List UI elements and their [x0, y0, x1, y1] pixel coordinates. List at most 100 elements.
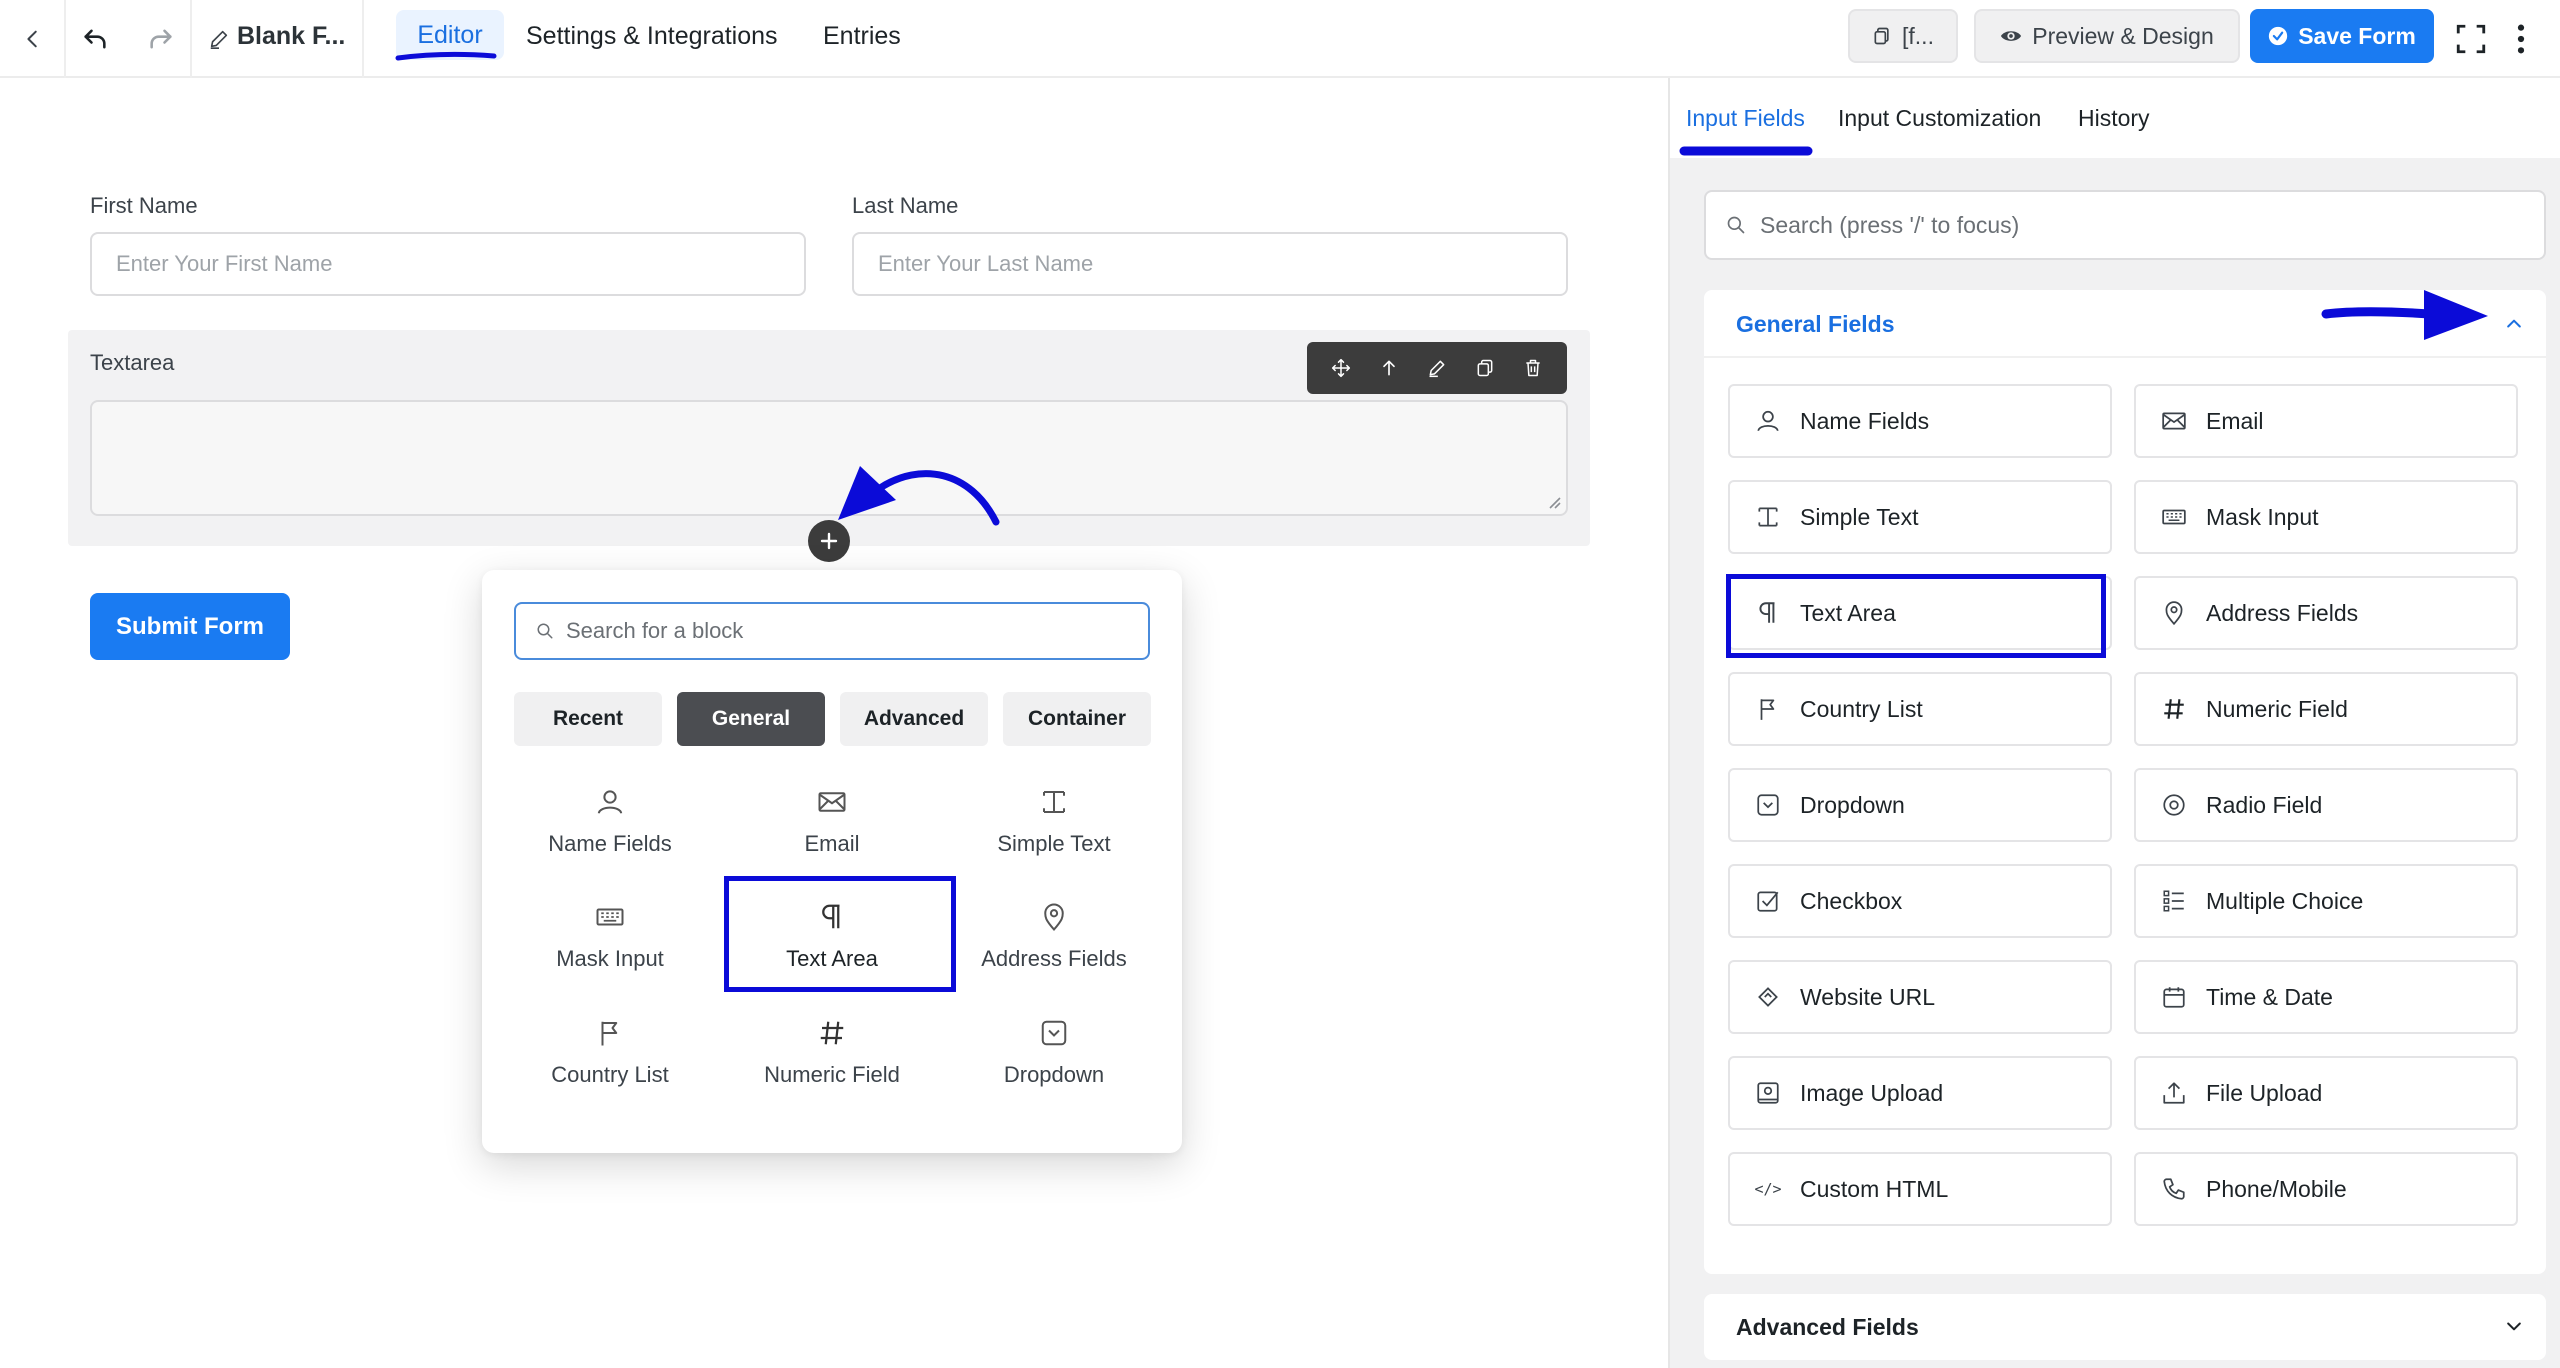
block-item-label: Name Fields	[548, 831, 672, 856]
submit-form-button[interactable]: Submit Form	[90, 593, 290, 660]
block-item-country-list[interactable]: Country List	[499, 1006, 721, 1118]
block-item-address-fields[interactable]: Address Fields	[943, 890, 1165, 1002]
annotation-curved-arrow	[838, 466, 1000, 526]
field-mask-input[interactable]: Mask Input	[2134, 480, 2518, 554]
move-icon[interactable]	[1323, 350, 1359, 386]
field-dropdown[interactable]: Dropdown	[1728, 768, 2112, 842]
block-picker-popup: Search for a block Recent General Advanc…	[482, 570, 1182, 1153]
field-label: Multiple Choice	[2206, 887, 2364, 914]
save-form-button[interactable]: Save Form	[2250, 9, 2434, 63]
block-tab-container[interactable]: Container	[1003, 692, 1151, 746]
shortcode-button[interactable]: [f...	[1848, 9, 1958, 63]
block-item-simple-text[interactable]: Simple Text	[943, 775, 1165, 887]
tab-history[interactable]: History	[2078, 78, 2150, 158]
first-name-label: First Name	[90, 193, 198, 218]
resize-handle-icon[interactable]	[1546, 494, 1562, 510]
text-cursor-icon	[1037, 785, 1071, 819]
advanced-fields-section[interactable]: Advanced Fields	[1704, 1294, 2546, 1360]
field-country-list[interactable]: Country List	[1728, 672, 2112, 746]
field-phone-mobile[interactable]: Phone/Mobile	[2134, 1152, 2518, 1226]
block-item-label: Numeric Field	[764, 1062, 900, 1087]
block-item-dropdown[interactable]: Dropdown	[943, 1006, 1165, 1118]
field-address-fields[interactable]: Address Fields	[2134, 576, 2518, 650]
field-simple-text[interactable]: Simple Text	[1728, 480, 2112, 554]
first-name-input[interactable]: Enter Your First Name	[90, 232, 806, 296]
hash-icon	[2160, 695, 2188, 723]
field-website-url[interactable]: Website URL	[1728, 960, 2112, 1034]
undo-icon[interactable]	[76, 20, 114, 58]
phone-icon	[2160, 1175, 2188, 1203]
link-icon	[1754, 983, 1782, 1011]
keyboard-icon	[2160, 503, 2188, 531]
last-name-input[interactable]: Enter Your Last Name	[852, 232, 1568, 296]
field-email[interactable]: Email	[2134, 384, 2518, 458]
upload-icon	[2160, 1079, 2188, 1107]
image-icon	[1754, 1079, 1782, 1107]
tab-settings[interactable]: Settings & Integrations	[526, 0, 778, 72]
radio-icon	[2160, 791, 2188, 819]
field-time-date[interactable]: Time & Date	[2134, 960, 2518, 1034]
dropdown-icon	[1037, 1016, 1071, 1050]
field-label: Name Fields	[1800, 407, 1930, 434]
block-search-input[interactable]: Search for a block	[514, 602, 1150, 660]
field-search-placeholder: Search (press '/' to focus)	[1760, 211, 2020, 238]
block-item-label: Country List	[551, 1062, 669, 1087]
field-numeric-field[interactable]: Numeric Field	[2134, 672, 2518, 746]
block-tab-advanced[interactable]: Advanced	[840, 692, 988, 746]
field-multiple-choice[interactable]: Multiple Choice	[2134, 864, 2518, 938]
tab-underline-annotation	[395, 51, 497, 61]
field-search-input[interactable]: Search (press '/' to focus)	[1704, 190, 2546, 260]
user-icon	[593, 785, 627, 819]
duplicate-icon[interactable]	[1467, 350, 1503, 386]
field-radio-field[interactable]: Radio Field	[2134, 768, 2518, 842]
map-pin-icon	[2160, 599, 2188, 627]
field-image-upload[interactable]: Image Upload	[1728, 1056, 2112, 1130]
chevron-down-icon[interactable]	[2504, 1316, 2524, 1336]
list-icon	[2160, 887, 2188, 915]
map-pin-icon	[1037, 900, 1071, 934]
annotation-highlight-panel-textarea	[1726, 574, 2106, 658]
block-item-name-fields[interactable]: Name Fields	[499, 775, 721, 887]
right-panel: Input Fields Input Customization History…	[1668, 78, 2560, 1368]
hash-icon	[815, 1016, 849, 1050]
field-custom-html[interactable]: </> Custom HTML	[1728, 1152, 2112, 1226]
block-item-numeric-field[interactable]: Numeric Field	[721, 1006, 943, 1118]
form-title[interactable]: Blank F...	[237, 0, 345, 72]
block-item-mask-input[interactable]: Mask Input	[499, 890, 721, 1002]
text-cursor-icon	[1754, 503, 1782, 531]
field-label: Time & Date	[2206, 983, 2333, 1010]
chevron-up-icon[interactable]	[2504, 314, 2524, 334]
arrow-up-icon[interactable]	[1371, 350, 1407, 386]
block-item-label: Simple Text	[997, 831, 1111, 856]
field-label: Checkbox	[1800, 887, 1903, 914]
field-label: Website URL	[1800, 983, 1936, 1010]
keyboard-icon	[593, 900, 627, 934]
field-checkbox[interactable]: Checkbox	[1728, 864, 2112, 938]
tab-entries[interactable]: Entries	[823, 0, 901, 72]
save-label: Save Form	[2298, 22, 2416, 49]
block-item-label: Email	[804, 831, 860, 856]
copy-icon	[1872, 26, 1892, 46]
calendar-icon	[2160, 983, 2188, 1011]
tab-input-customization[interactable]: Input Customization	[1838, 78, 2041, 158]
back-icon[interactable]	[14, 20, 52, 58]
annotation-straight-arrow	[2321, 290, 2488, 340]
more-vertical-icon[interactable]	[2502, 20, 2540, 58]
field-label: Image Upload	[1800, 1079, 1944, 1106]
block-tab-general[interactable]: General	[677, 692, 825, 746]
preview-design-button[interactable]: Preview & Design	[1974, 9, 2240, 63]
edit-icon[interactable]	[1419, 350, 1455, 386]
pencil-icon	[200, 20, 238, 58]
flag-icon	[593, 1016, 627, 1050]
code-icon: </>	[1754, 1180, 1782, 1198]
field-file-upload[interactable]: File Upload	[2134, 1056, 2518, 1130]
field-name-fields[interactable]: Name Fields	[1728, 384, 2112, 458]
checkbox-icon	[1754, 887, 1782, 915]
field-label: Dropdown	[1800, 791, 1905, 818]
fullscreen-icon[interactable]	[2452, 20, 2490, 58]
trash-icon[interactable]	[1515, 350, 1551, 386]
block-tab-recent[interactable]: Recent	[514, 692, 662, 746]
redo-icon[interactable]	[142, 20, 180, 58]
search-icon	[536, 622, 554, 640]
block-item-email[interactable]: Email	[721, 775, 943, 887]
